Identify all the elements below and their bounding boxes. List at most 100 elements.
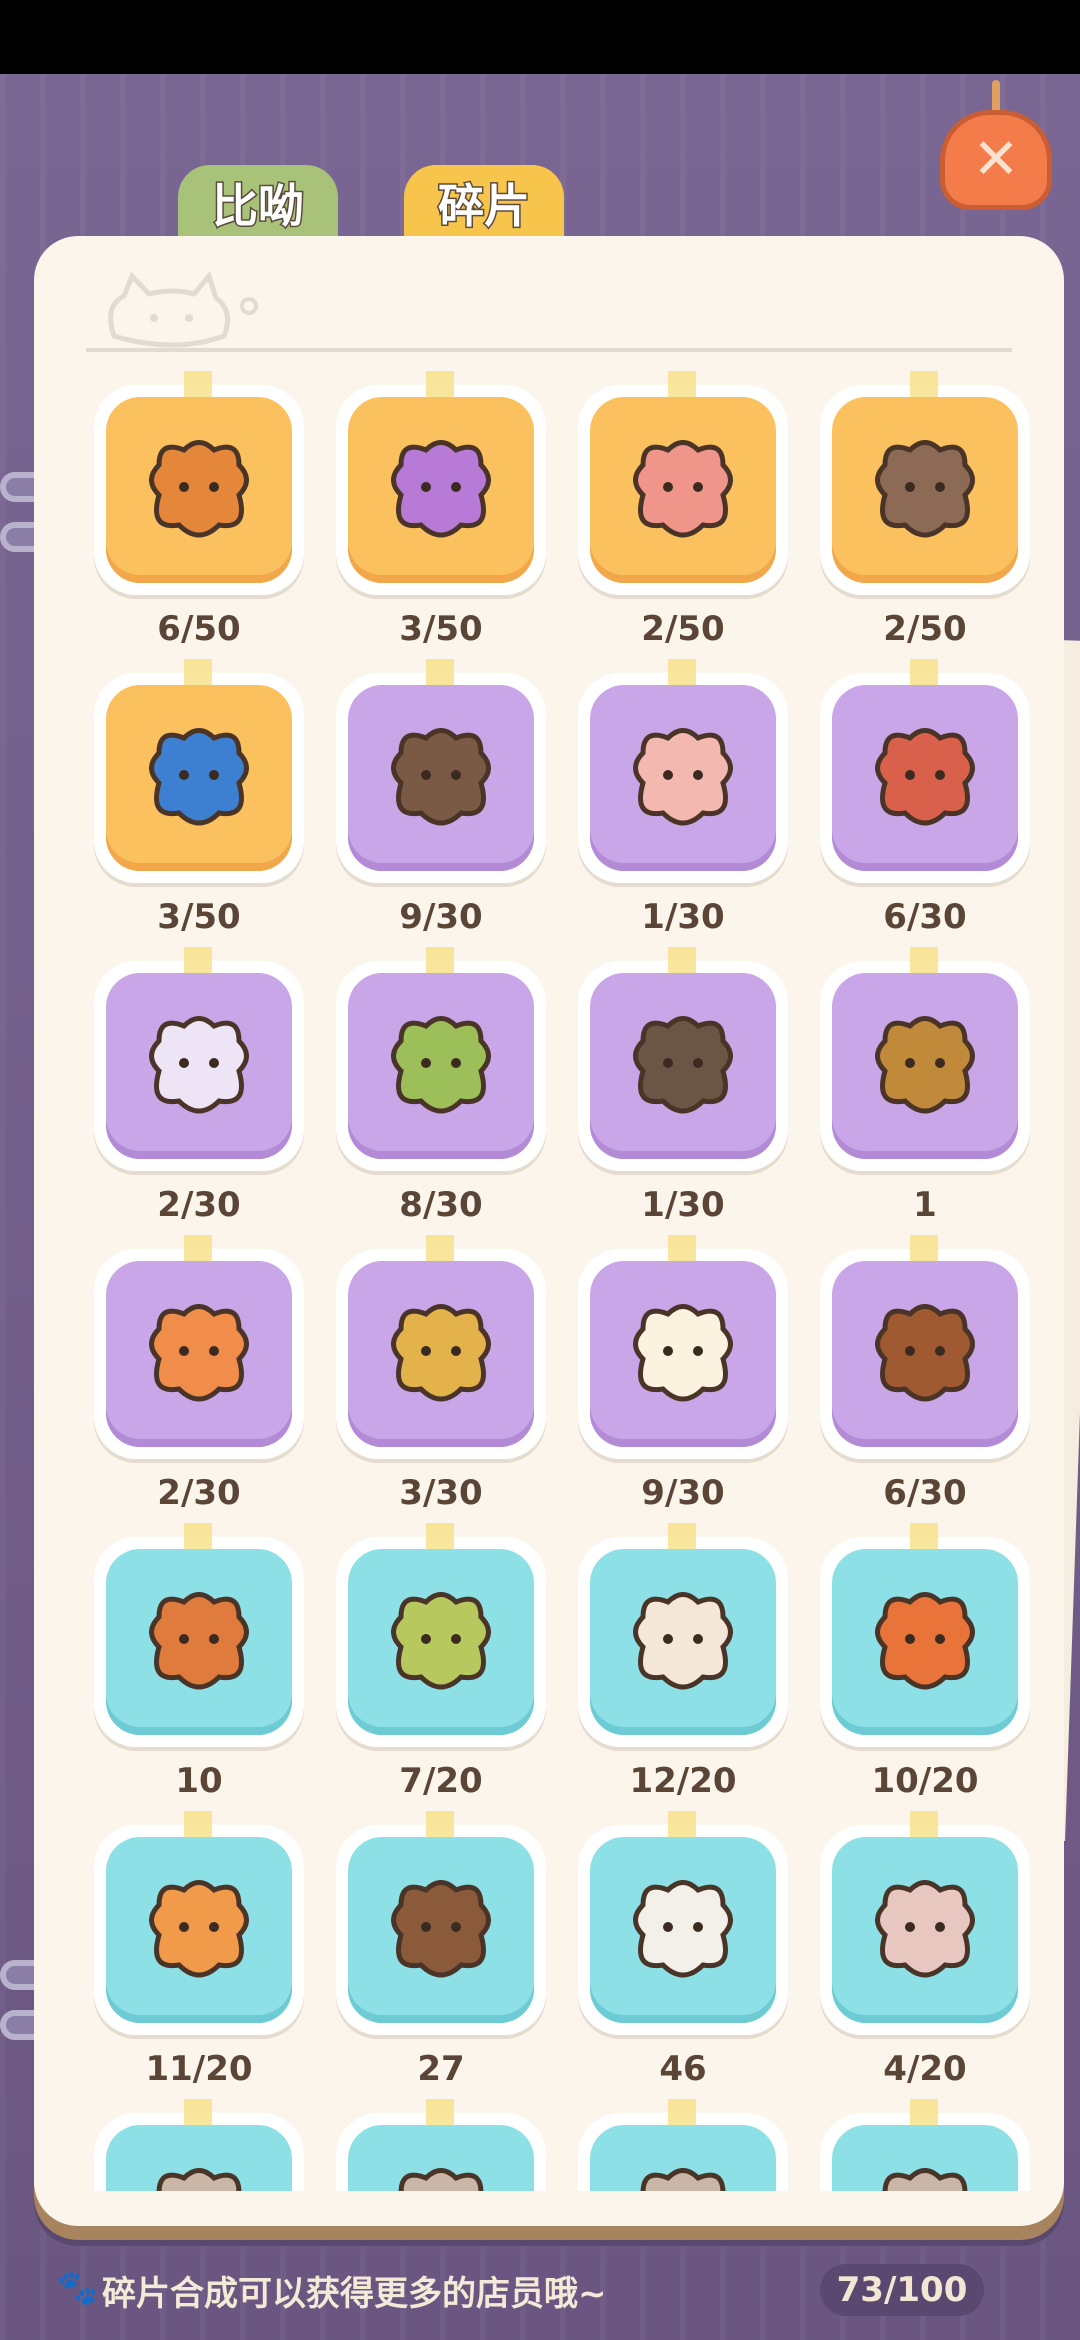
card-frame (820, 673, 1030, 883)
card-frame (578, 673, 788, 883)
tape (668, 1235, 696, 1261)
card-frame (94, 385, 304, 595)
fragment-count: 2/50 (883, 609, 967, 649)
tape (184, 947, 212, 973)
card-background (832, 1837, 1018, 2023)
tape (426, 947, 454, 973)
fragment-card[interactable]: 7/20 (336, 1523, 546, 1809)
card-frame (820, 1249, 1030, 1459)
card-background (590, 1261, 776, 1447)
fragment-card[interactable]: 3/30 (336, 1235, 546, 1521)
tape (184, 2099, 212, 2125)
card-frame (820, 1825, 1030, 2035)
fragment-card[interactable]: 6/30 (820, 659, 1030, 945)
fragment-card[interactable] (336, 2099, 546, 2191)
card-background (106, 1261, 292, 1447)
fragment-count: 2/30 (157, 1185, 241, 1225)
close-button[interactable]: ✕ (940, 80, 1060, 220)
tape (184, 1235, 212, 1261)
tape (426, 1235, 454, 1261)
tape (426, 659, 454, 685)
fragment-card[interactable]: 2/30 (94, 1235, 304, 1521)
skull-puzzle-piece-icon (875, 440, 975, 538)
tape (910, 947, 938, 973)
fragment-card[interactable]: 9/30 (336, 659, 546, 945)
tab-bia[interactable]: 比呦 (178, 165, 338, 245)
bow-cat-puzzle-piece-icon (391, 728, 491, 826)
tape (184, 1811, 212, 1837)
tape (426, 2099, 454, 2125)
tape (668, 1811, 696, 1837)
card-background (106, 685, 292, 871)
brown-cat-puzzle-piece-icon (875, 1304, 975, 1402)
card-background (832, 397, 1018, 583)
card-background (348, 1261, 534, 1447)
card-background (832, 2125, 1018, 2191)
tape (910, 1811, 938, 1837)
fragment-card[interactable]: 3/50 (94, 659, 304, 945)
card-frame (578, 961, 788, 1171)
fragment-count: 6/30 (883, 897, 967, 937)
card-frame (820, 385, 1030, 595)
card-frame (578, 1537, 788, 1747)
fragment-card[interactable]: 6/50 (94, 371, 304, 657)
card-background (590, 685, 776, 871)
fragment-card[interactable]: 10/20 (820, 1523, 1030, 1809)
card-background (106, 1549, 292, 1735)
card-frame (820, 1537, 1030, 1747)
fragment-count: 4/20 (883, 2049, 967, 2089)
fragment-card[interactable]: 2/50 (820, 371, 1030, 657)
fragment-card[interactable]: 2/30 (94, 947, 304, 1233)
fragment-card[interactable] (820, 2099, 1030, 2191)
fragment-card[interactable]: 9/30 (578, 1235, 788, 1521)
card-background (348, 1837, 534, 2023)
divider (86, 348, 1012, 352)
fragment-card[interactable]: 8/30 (336, 947, 546, 1233)
tape (910, 1523, 938, 1549)
card-background (832, 1549, 1018, 1735)
tape (184, 659, 212, 685)
fragment-card[interactable]: 27 (336, 1811, 546, 2097)
fragment-card[interactable]: 11/20 (94, 1811, 304, 2097)
tape (426, 1523, 454, 1549)
card-background (106, 2125, 292, 2191)
fragment-count: 1/30 (641, 897, 725, 937)
fragment-card[interactable]: 46 (578, 1811, 788, 2097)
fragment-card[interactable]: 4/20 (820, 1811, 1030, 2097)
card-background (590, 397, 776, 583)
card-background (590, 1549, 776, 1735)
pink-cat-puzzle-piece-icon (633, 728, 733, 826)
card-background (348, 973, 534, 1159)
tape (668, 659, 696, 685)
lion-mane-cat-icon (149, 1592, 249, 1690)
hooded-cat-icon (391, 1880, 491, 1978)
fragment-card[interactable]: 12/20 (578, 1523, 788, 1809)
fragment-card[interactable]: 6/30 (820, 1235, 1030, 1521)
fragment-card[interactable]: 1 (820, 947, 1030, 1233)
card-background (348, 397, 534, 583)
fragment-grid: 6/50 3/50 2/50 2/50 3/50 9/30 1/30 6/30 2/30 8/30… (34, 371, 1064, 2191)
fragment-card[interactable]: 10 (94, 1523, 304, 1809)
card-background (832, 685, 1018, 871)
tape (910, 371, 938, 397)
tape (668, 947, 696, 973)
tape (910, 2099, 938, 2125)
red-mushroom-puzzle-piece-icon (875, 728, 975, 826)
fragment-card[interactable]: 2/50 (578, 371, 788, 657)
card-frame (336, 1537, 546, 1747)
fragment-card[interactable]: 1/30 (578, 659, 788, 945)
tab-sui[interactable]: 碎片 (404, 165, 564, 245)
fragment-card[interactable] (94, 2099, 304, 2191)
fragment-count: 1 (913, 1185, 937, 1225)
white-cat-puzzle-piece-icon (633, 1304, 733, 1402)
card-background (590, 973, 776, 1159)
card-background (590, 2125, 776, 2191)
fragment-count: 27 (417, 2049, 465, 2089)
fragment-card[interactable]: 3/50 (336, 371, 546, 657)
fragment-card[interactable] (578, 2099, 788, 2191)
card-frame (336, 385, 546, 595)
fragment-card[interactable]: 1/30 (578, 947, 788, 1233)
green-mushroom-puzzle-piece-icon (391, 1016, 491, 1114)
fragment-count: 9/30 (399, 897, 483, 937)
ghost-puzzle-piece-icon (149, 1016, 249, 1114)
